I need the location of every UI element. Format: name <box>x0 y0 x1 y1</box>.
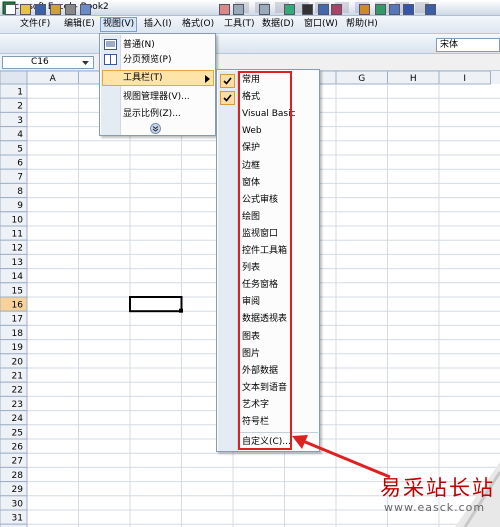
row-label: 31 <box>12 514 23 524</box>
save-icon[interactable] <box>34 3 47 16</box>
hyperlink-icon[interactable] <box>283 3 296 16</box>
row-label: 23 <box>12 400 23 410</box>
toolbar-options-icon[interactable] <box>424 3 437 16</box>
view-menu-dropdown: 普通(N) 分页预览(P) 工具栏(T) 视图管理器(V)... 显示比例(Z)… <box>99 33 216 136</box>
row-label: 16 <box>12 301 24 311</box>
menu-view[interactable]: 视图(V) <box>100 17 138 32</box>
menu-tools[interactable]: 工具(T) <box>222 17 257 32</box>
active-cell-c16[interactable] <box>129 296 183 313</box>
watermark-url: www.easck.com <box>384 501 486 514</box>
menu-item-custom-views[interactable]: 视图管理器(V)... <box>123 90 190 104</box>
row-label: 10 <box>12 215 24 225</box>
row-label: 5 <box>17 144 23 154</box>
row-label: 18 <box>12 329 24 339</box>
column-label: H <box>410 74 417 84</box>
row-label: 2 <box>17 102 23 112</box>
undo-icon[interactable] <box>232 3 245 16</box>
sort-descending-icon[interactable] <box>330 3 343 16</box>
drawing-icon[interactable] <box>374 3 387 16</box>
row-label: 4 <box>17 130 23 140</box>
normal-view-icon <box>104 39 117 50</box>
menu-window[interactable]: 窗口(W) <box>302 17 340 32</box>
column-label: I <box>463 74 466 84</box>
row-label: 7 <box>17 173 23 183</box>
row-label: 15 <box>12 286 23 296</box>
submenu-arrow-icon <box>205 75 210 83</box>
row-label: 12 <box>12 244 23 254</box>
row-label: 8 <box>17 187 23 197</box>
menu-data[interactable]: 数据(D) <box>260 17 296 32</box>
fill-handle[interactable] <box>179 308 183 313</box>
check-icon <box>220 73 235 88</box>
menu-item-normal[interactable]: 普通(N) <box>123 38 155 52</box>
row-label: 24 <box>12 414 24 424</box>
menu-icon-gutter <box>218 71 238 451</box>
check-icon <box>220 90 235 105</box>
menu-insert[interactable]: 插入(I) <box>142 17 174 32</box>
row-label: 29 <box>12 485 24 495</box>
permission-icon[interactable] <box>49 3 62 16</box>
chart-wizard-icon[interactable] <box>358 3 371 16</box>
row-label: 3 <box>17 116 23 126</box>
row-label: 1 <box>17 88 23 98</box>
sort-ascending-icon[interactable] <box>317 3 330 16</box>
menu-format[interactable]: 格式(O) <box>180 17 216 32</box>
font-name-box[interactable]: 宋体 <box>436 38 500 52</box>
print-icon[interactable] <box>64 3 77 16</box>
menu-edit[interactable]: 编辑(E) <box>62 17 97 32</box>
row-label: 6 <box>17 159 23 169</box>
row-label: 27 <box>12 457 23 467</box>
help-icon[interactable] <box>402 3 415 16</box>
row-label: 9 <box>17 201 23 211</box>
row-label: 19 <box>12 343 24 353</box>
row-label: 28 <box>12 471 24 481</box>
annotation-red-box <box>238 71 292 450</box>
row-label: 25 <box>12 428 23 438</box>
menu-item-page-break-preview[interactable]: 分页预览(P) <box>123 53 171 67</box>
row-label: 14 <box>12 272 24 282</box>
row-label: 30 <box>12 499 24 509</box>
column-label: G <box>358 74 365 84</box>
row-label: 20 <box>12 357 24 367</box>
open-icon[interactable] <box>19 3 32 16</box>
menu-help[interactable]: 帮助(H) <box>344 17 380 32</box>
watermark-title: 易采站长站 <box>380 476 495 500</box>
menu-item-toolbars[interactable]: 工具栏(T) <box>123 71 163 85</box>
chevron-down-icon[interactable] <box>81 58 90 67</box>
row-label: 21 <box>12 372 23 382</box>
row-label: 26 <box>12 443 24 453</box>
menu-item-zoom[interactable]: 显示比例(Z)... <box>123 107 181 121</box>
zoom-icon[interactable] <box>388 3 401 16</box>
autosum-icon[interactable] <box>301 3 314 16</box>
expand-menu-icon[interactable] <box>150 123 161 134</box>
new-icon[interactable] <box>4 3 17 16</box>
row-label: 11 <box>12 230 23 240</box>
row-label: 13 <box>12 258 23 268</box>
column-label: A <box>50 74 57 84</box>
print-preview-icon[interactable] <box>79 3 92 16</box>
format-painter-icon[interactable] <box>218 3 231 16</box>
standard-toolbar <box>0 34 500 54</box>
row-label: 22 <box>12 386 23 396</box>
select-all-corner[interactable] <box>0 71 28 85</box>
redo-icon[interactable] <box>258 3 271 16</box>
row-label: 17 <box>12 315 23 325</box>
page-break-preview-icon <box>104 54 117 65</box>
menu-file[interactable]: 文件(F) <box>18 17 52 32</box>
